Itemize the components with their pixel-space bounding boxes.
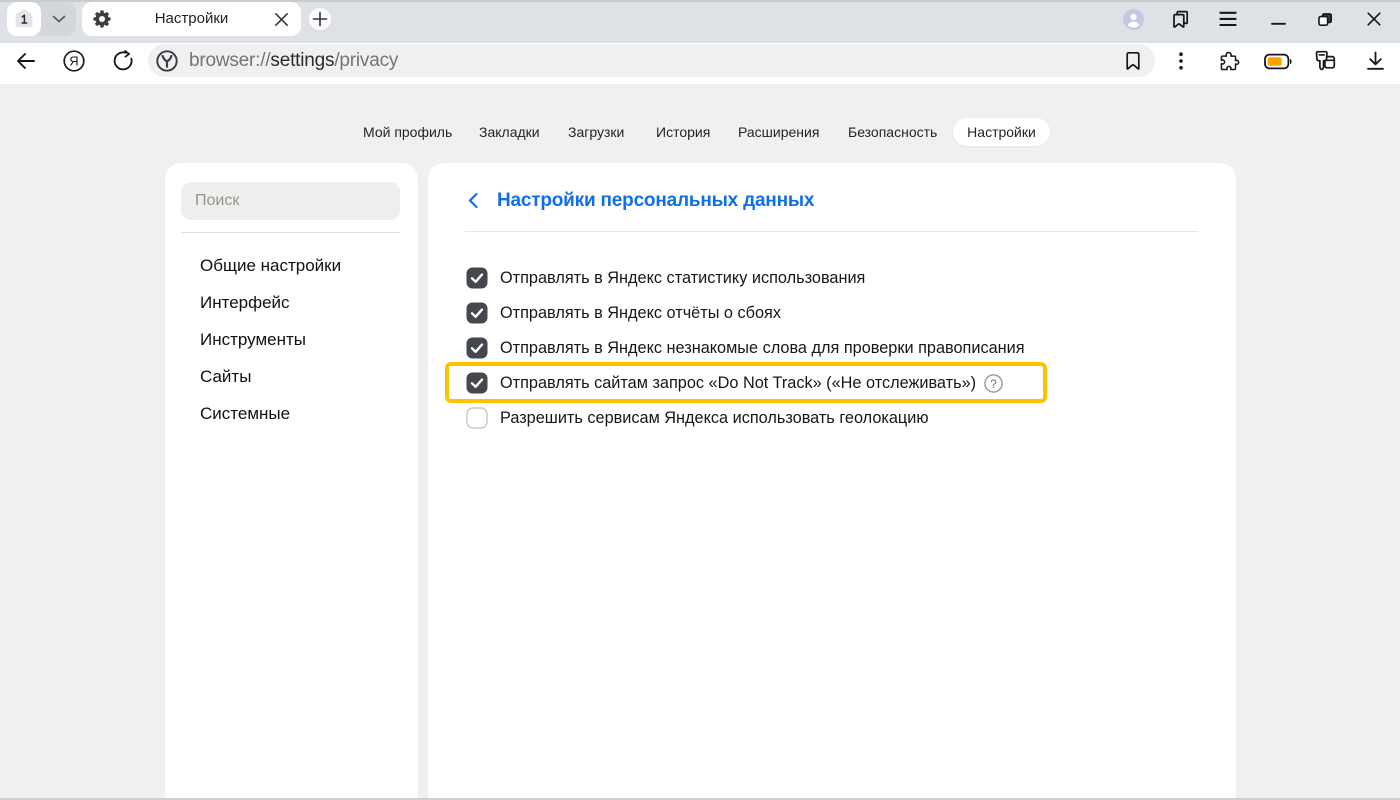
svg-text:Я: Я [69,54,78,69]
